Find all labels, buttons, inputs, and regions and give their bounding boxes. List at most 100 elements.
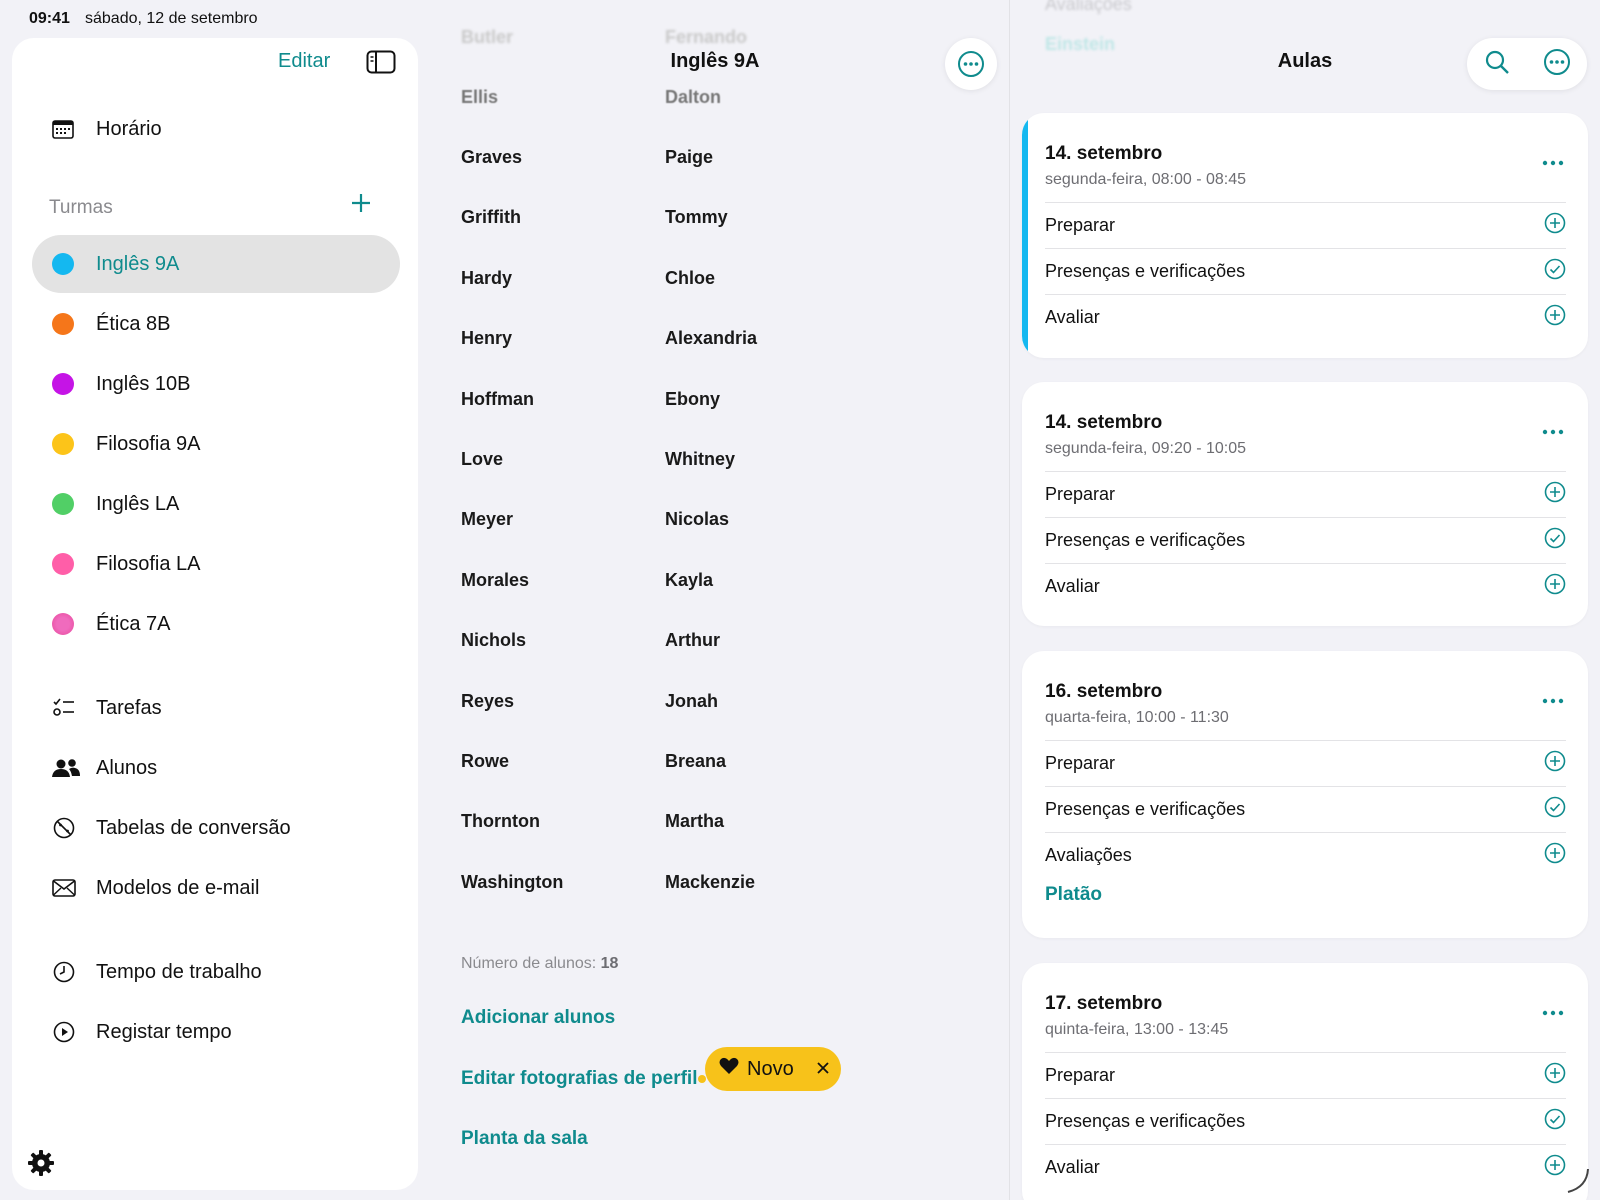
student-surname[interactable]: Henry <box>461 328 512 349</box>
add-class-icon[interactable] <box>350 192 372 219</box>
lesson-date: 14. setembro <box>1045 412 1163 433</box>
student-firstname[interactable]: Mackenzie <box>665 872 755 893</box>
sidebar-item-modelos[interactable]: Modelos de e-mail <box>32 859 400 917</box>
student-firstname[interactable]: Martha <box>665 811 724 832</box>
student-firstname[interactable]: Tommy <box>665 207 728 228</box>
lesson-row-attendance[interactable]: Presenças e verificações <box>1045 786 1566 832</box>
lesson-row-evaluate[interactable]: Avaliar <box>1045 294 1566 340</box>
status-time: 09:41 <box>29 10 70 27</box>
lesson-card[interactable]: 14. setembro segunda-feira, 08:00 - 08:4… <box>1022 113 1588 358</box>
lesson-card[interactable]: 14. setembro segunda-feira, 09:20 - 10:0… <box>1022 382 1588 626</box>
lesson-date: 17. setembro <box>1045 993 1163 1014</box>
lessons-title: Aulas <box>1277 50 1333 72</box>
sidebar-item-class[interactable]: Ética 7A <box>32 595 400 653</box>
student-firstname[interactable]: Arthur <box>665 630 720 651</box>
check-circle-icon[interactable] <box>1544 527 1566 554</box>
check-circle-icon[interactable] <box>1544 796 1566 823</box>
class-color-dot <box>52 433 74 455</box>
close-icon[interactable] <box>816 1058 830 1081</box>
new-badge[interactable]: Novo <box>705 1047 841 1091</box>
student-surname[interactable]: Meyer <box>461 509 513 530</box>
lesson-row-prepare[interactable]: Preparar <box>1045 471 1566 517</box>
sidebar-toggle-icon[interactable] <box>366 50 396 79</box>
evaluation-link[interactable]: Platão <box>1045 884 1102 906</box>
student-surname[interactable]: Thornton <box>461 811 540 832</box>
sidebar-item-class[interactable]: Inglês 10B <box>32 355 400 413</box>
student-surname[interactable]: Reyes <box>461 691 514 712</box>
class-color-dot <box>52 553 74 575</box>
lesson-row-attendance[interactable]: Presenças e verificações <box>1045 517 1566 563</box>
student-firstname[interactable]: Chloe <box>665 268 715 289</box>
classroom-plan-link[interactable]: Planta da sala <box>461 1128 588 1150</box>
plus-circle-icon[interactable] <box>1544 842 1566 869</box>
student-surname[interactable]: Griffith <box>461 207 521 228</box>
ellipsis-circle-icon[interactable] <box>1543 48 1571 81</box>
lesson-card[interactable]: 16. setembro quarta-feira, 10:00 - 11:30… <box>1022 651 1588 938</box>
sidebar-item-tempo-trabalho[interactable]: Tempo de trabalho <box>32 943 400 1001</box>
edit-profile-photos-link[interactable]: Editar fotografias de perfil <box>461 1068 697 1090</box>
sidebar-item-class[interactable]: Ética 8B <box>32 295 400 353</box>
sidebar-item-tarefas[interactable]: Tarefas <box>32 679 400 737</box>
edit-button[interactable]: Editar <box>278 50 330 73</box>
sidebar-item-class[interactable]: Filosofia 9A <box>32 415 400 473</box>
sidebar-item-label: Tarefas <box>96 696 162 719</box>
search-icon[interactable] <box>1484 49 1510 80</box>
student-surname[interactable]: Morales <box>461 570 529 591</box>
student-surname[interactable]: Hardy <box>461 268 512 289</box>
sidebar-item-label: Alunos <box>96 756 158 779</box>
sidebar-item-class[interactable]: Inglês LA <box>32 475 400 533</box>
check-circle-icon[interactable] <box>1544 1108 1566 1135</box>
student-firstname[interactable]: Breana <box>665 751 726 772</box>
plus-circle-icon[interactable] <box>1544 750 1566 777</box>
student-firstname[interactable]: Dalton <box>665 87 721 108</box>
lesson-row-prepare[interactable]: Preparar <box>1045 740 1566 786</box>
plus-circle-icon[interactable] <box>1544 212 1566 239</box>
scroll-indicator <box>1567 1168 1589 1193</box>
sidebar-item-tabelas[interactable]: Tabelas de conversão <box>32 799 400 857</box>
lesson-card[interactable]: 17. setembro quinta-feira, 13:00 - 13:45… <box>1022 963 1588 1200</box>
student-firstname[interactable]: Nicolas <box>665 509 729 530</box>
sidebar-item-class[interactable]: Filosofia LA <box>32 535 400 593</box>
lesson-row-prepare[interactable]: Preparar <box>1045 1052 1566 1098</box>
student-surname[interactable]: Hoffman <box>461 389 534 410</box>
lesson-row-label: Avaliações <box>1045 845 1132 865</box>
sidebar-item-registar-tempo[interactable]: Registar tempo <box>32 1003 400 1061</box>
plus-circle-icon[interactable] <box>1544 481 1566 508</box>
gear-icon[interactable] <box>27 1149 55 1182</box>
sidebar-item-class[interactable]: Inglês 9A <box>32 235 400 293</box>
student-surname[interactable]: Love <box>461 449 503 470</box>
student-surname[interactable]: Ellis <box>461 87 498 108</box>
check-circle-icon[interactable] <box>1544 258 1566 285</box>
lesson-row-attendance[interactable]: Presenças e verificações <box>1045 248 1566 294</box>
no-percent-icon <box>52 816 82 840</box>
ellipsis-circle-icon <box>958 51 984 77</box>
student-firstname[interactable]: Alexandria <box>665 328 757 349</box>
lesson-row-label: Presenças e verificações <box>1045 1111 1246 1131</box>
student-surname[interactable]: Nichols <box>461 630 526 651</box>
more-horizontal-icon[interactable] <box>1542 1003 1564 1021</box>
more-horizontal-icon[interactable] <box>1542 422 1564 440</box>
student-firstname[interactable]: Jonah <box>665 691 718 712</box>
lesson-row-evaluate[interactable]: Avaliar <box>1045 563 1566 609</box>
sidebar-item-alunos[interactable]: Alunos <box>32 739 400 797</box>
lesson-row-evaluate[interactable]: Avaliar <box>1045 1144 1566 1190</box>
student-surname[interactable]: Rowe <box>461 751 509 772</box>
sidebar-item-horario[interactable]: Horário <box>32 100 400 158</box>
more-horizontal-icon[interactable] <box>1542 691 1564 709</box>
more-options-button[interactable] <box>945 38 997 90</box>
plus-circle-icon[interactable] <box>1544 304 1566 331</box>
student-surname[interactable]: Graves <box>461 147 522 168</box>
student-firstname[interactable]: Ebony <box>665 389 720 410</box>
plus-circle-icon[interactable] <box>1544 1062 1566 1089</box>
add-students-link[interactable]: Adicionar alunos <box>461 1007 615 1029</box>
student-firstname[interactable]: Whitney <box>665 449 735 470</box>
student-firstname[interactable]: Paige <box>665 147 713 168</box>
student-surname[interactable]: Washington <box>461 872 563 893</box>
lesson-row-evaluations[interactable]: Avaliações <box>1045 832 1566 878</box>
plus-circle-icon[interactable] <box>1544 573 1566 600</box>
student-firstname[interactable]: Kayla <box>665 570 713 591</box>
more-horizontal-icon[interactable] <box>1542 153 1564 171</box>
faded-row-link: Einstein <box>1045 34 1116 54</box>
lesson-row-prepare[interactable]: Preparar <box>1045 202 1566 248</box>
lesson-row-attendance[interactable]: Presenças e verificações <box>1045 1098 1566 1144</box>
